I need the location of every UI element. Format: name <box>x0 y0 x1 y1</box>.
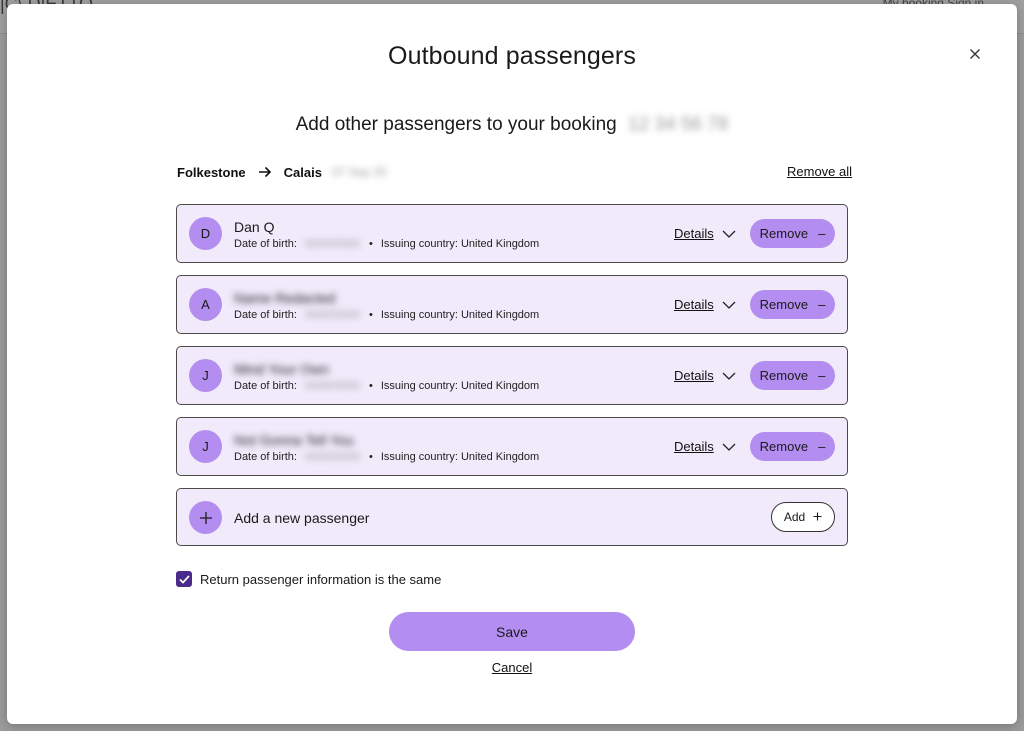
passenger-meta: Date of birth: 00/00/0000 • Issuing coun… <box>234 380 539 392</box>
plus-icon <box>199 511 212 524</box>
add-passenger-card: Add a new passenger Add <box>176 488 848 546</box>
booking-reference: 12 34 56 78 <box>628 114 729 135</box>
route-date: 07 Sep 25 <box>331 165 387 179</box>
modal-title: Outbound passengers <box>388 42 636 70</box>
minus-icon: – <box>818 226 826 241</box>
dob-label: Date of birth: <box>234 380 297 392</box>
add-label: Add <box>783 510 806 524</box>
chevron-down-icon <box>722 372 736 380</box>
avatar: A <box>189 288 222 321</box>
cancel-link-text[interactable]: Cancel <box>492 660 532 675</box>
minus-icon: – <box>818 297 826 312</box>
return-same-checkbox[interactable] <box>176 571 192 587</box>
passengers-modal: Outbound passengers Add other passengers… <box>7 4 1017 724</box>
issuing-country: Issuing country: United Kingdom <box>380 451 540 463</box>
passenger-name: Not Gonna Tell You <box>234 432 354 448</box>
remove-passenger-button[interactable]: Remove – <box>750 290 835 319</box>
separator-dot: • <box>368 309 373 321</box>
return-same-row: Return passenger information is the same <box>176 571 441 587</box>
passenger-card: D Dan Q Date of birth: 00/00/0000 • Issu… <box>176 204 848 263</box>
dob-value: 00/00/0000 <box>304 238 361 250</box>
passenger-name: Dan Q <box>234 219 275 235</box>
avatar: J <box>189 430 222 463</box>
separator-dot: • <box>368 451 373 463</box>
route-destination: Calais <box>283 164 322 180</box>
remove-passenger-button[interactable]: Remove – <box>750 432 835 461</box>
separator-dot: • <box>368 380 373 392</box>
close-icon <box>970 49 980 59</box>
cancel-link: Cancel <box>7 660 1017 675</box>
add-passenger-circle-button[interactable] <box>189 501 222 534</box>
add-passenger-button[interactable]: Add <box>771 502 835 532</box>
separator-dot: • <box>368 238 373 250</box>
route-summary: Folkestone Calais 07 Sep 25 <box>177 164 387 180</box>
details-label: Details <box>674 226 714 241</box>
details-label: Details <box>674 439 714 454</box>
passenger-name: Name Redacted <box>234 290 336 306</box>
dob-value: 00/00/0000 <box>304 309 361 321</box>
passenger-name: Mind Your Own <box>234 361 329 377</box>
remove-label: Remove <box>759 439 809 454</box>
passenger-card: A Name Redacted Date of birth: 00/00/000… <box>176 275 848 334</box>
close-button[interactable] <box>965 44 985 64</box>
arrow-right-icon <box>258 166 272 178</box>
minus-icon: – <box>818 439 826 454</box>
passenger-card: J Mind Your Own Date of birth: 00/00/000… <box>176 346 848 405</box>
route-origin: Folkestone <box>177 164 246 180</box>
add-passenger-label: Add a new passenger <box>234 510 370 526</box>
details-toggle[interactable]: Details <box>674 368 736 383</box>
chevron-down-icon <box>722 301 736 309</box>
passenger-meta: Date of birth: 00/00/0000 • Issuing coun… <box>234 309 539 321</box>
details-toggle[interactable]: Details <box>674 297 736 312</box>
issuing-country: Issuing country: United Kingdom <box>380 238 540 250</box>
remove-label: Remove <box>759 226 809 241</box>
subtitle-text: Add other passengers to your booking <box>295 114 617 135</box>
check-icon <box>178 574 190 584</box>
dob-label: Date of birth: <box>234 451 297 463</box>
minus-icon: – <box>818 368 826 383</box>
passenger-meta: Date of birth: 00/00/0000 • Issuing coun… <box>234 238 539 250</box>
dob-value: 00/00/0000 <box>304 451 361 463</box>
plus-icon <box>813 510 822 524</box>
issuing-country: Issuing country: United Kingdom <box>380 309 540 321</box>
details-label: Details <box>674 297 714 312</box>
dob-value: 00/00/0000 <box>304 380 361 392</box>
passenger-meta: Date of birth: 00/00/0000 • Issuing coun… <box>234 451 539 463</box>
modal-subtitle: Add other passengers to your booking 12 … <box>7 114 1017 136</box>
return-same-label: Return passenger information is the same <box>200 571 442 587</box>
issuing-country: Issuing country: United Kingdom <box>380 380 540 392</box>
avatar: J <box>189 359 222 392</box>
remove-label: Remove <box>759 368 809 383</box>
avatar: D <box>189 217 222 250</box>
chevron-down-icon <box>722 443 736 451</box>
details-label: Details <box>674 368 714 383</box>
remove-label: Remove <box>759 297 809 312</box>
dob-label: Date of birth: <box>234 238 297 250</box>
remove-all-link[interactable]: Remove all <box>787 164 852 179</box>
passenger-card: J Not Gonna Tell You Date of birth: 00/0… <box>176 417 848 476</box>
details-toggle[interactable]: Details <box>674 226 736 241</box>
chevron-down-icon <box>722 230 736 238</box>
remove-passenger-button[interactable]: Remove – <box>750 219 835 248</box>
details-toggle[interactable]: Details <box>674 439 736 454</box>
remove-passenger-button[interactable]: Remove – <box>750 361 835 390</box>
save-button[interactable]: Save <box>389 612 635 651</box>
dob-label: Date of birth: <box>234 309 297 321</box>
